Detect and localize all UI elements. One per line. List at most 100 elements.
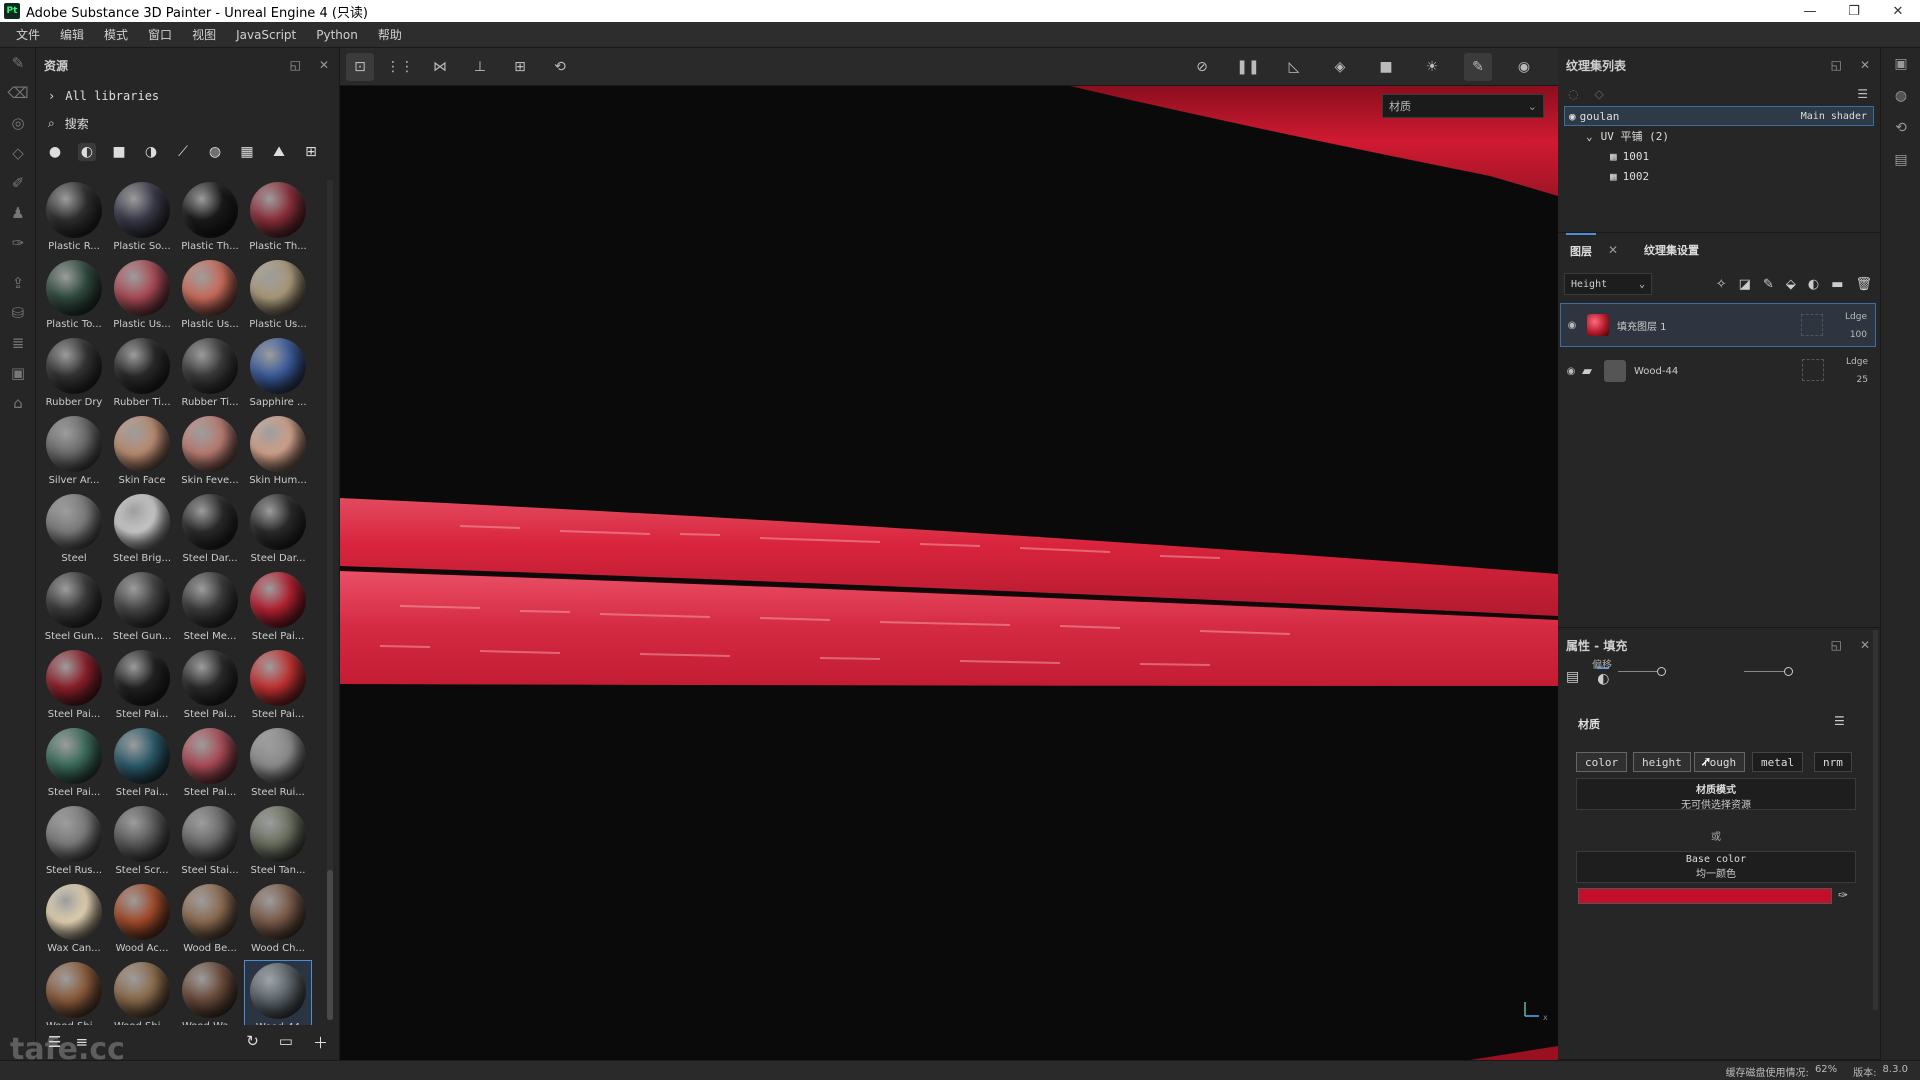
minimize-icon[interactable]: — — [1788, 0, 1832, 22]
asset-tile[interactable]: Plastic Th... — [176, 180, 244, 258]
projection-icon[interactable]: ◎ — [0, 108, 36, 138]
asset-tile[interactable]: Steel Rus... — [40, 804, 108, 882]
pause-icon[interactable]: ❚❚ — [1234, 53, 1262, 81]
asset-tile[interactable]: Rubber Ti... — [176, 336, 244, 414]
filter-materials-icon[interactable]: ● — [46, 143, 64, 161]
mirror-vertical-icon[interactable]: ⊥ — [466, 53, 494, 81]
menu-window[interactable]: 窗口 — [138, 26, 182, 43]
rotate-light-icon[interactable]: ☀ — [1418, 53, 1446, 81]
asset-tile[interactable]: Plastic To... — [40, 258, 108, 336]
menu-python[interactable]: Python — [306, 28, 368, 42]
layer-row[interactable]: ◉ 填充图层 1 Ldge 100 — [1560, 303, 1876, 347]
map-toggle-height[interactable]: height — [1633, 752, 1691, 772]
log-icon[interactable]: ▤ — [1881, 144, 1920, 176]
asset-tile[interactable]: Plastic R... — [40, 180, 108, 258]
asset-scrollbar[interactable] — [327, 180, 333, 1020]
shelf-icon[interactable]: ⌂ — [0, 388, 36, 418]
asset-tile[interactable]: Wood-44 — [244, 960, 312, 1025]
close-panel-icon[interactable]: ✕ — [1860, 638, 1870, 652]
display-icon[interactable]: ◍ — [1881, 80, 1920, 112]
eye-icon[interactable]: ◉ — [1560, 366, 1582, 377]
asset-tile[interactable]: Wax Can... — [40, 882, 108, 960]
uv-tile-item[interactable]: ▦ 1002 — [1558, 166, 1880, 186]
presets-menu-icon[interactable]: ☰ — [1834, 714, 1845, 728]
filter-grunges-icon[interactable]: ▦ — [238, 143, 256, 161]
color-picker-icon[interactable]: ✑ — [0, 228, 36, 258]
add-icon[interactable]: ＋ — [313, 1032, 328, 1053]
brush-mode-icon[interactable]: ✎ — [1464, 53, 1492, 81]
symmetry-icon[interactable]: ⋈ — [426, 53, 454, 81]
library-breadcrumb[interactable]: All libraries — [65, 89, 159, 103]
uv-tile-group[interactable]: ⌄ UV 平铺 (2) — [1558, 126, 1880, 146]
asset-tile[interactable]: Wood Shi... — [40, 960, 108, 1025]
layer-mask-slot[interactable] — [1801, 314, 1823, 336]
asset-tile[interactable]: Plastic Us... — [244, 258, 312, 336]
asset-tile[interactable]: Steel Pai... — [176, 726, 244, 804]
paint-brush-icon[interactable]: ✎ — [0, 48, 36, 78]
close-icon[interactable]: ✕ — [1876, 0, 1920, 22]
texture-set-row[interactable]: ◉ goulan Main shader — [1564, 106, 1874, 126]
add-fill-layer-icon[interactable]: ⬙ — [1786, 277, 1796, 292]
eraser-icon[interactable]: ⌫ — [0, 78, 36, 108]
asset-tile[interactable]: Steel Gun... — [40, 570, 108, 648]
asset-tile[interactable]: Steel Tan... — [244, 804, 312, 882]
tab-layers[interactable]: 图层 — [1566, 233, 1596, 267]
link-icon[interactable]: ◇ — [1594, 87, 1603, 101]
filter-smart-masks-icon[interactable]: ◑ — [142, 143, 160, 161]
asset-tile[interactable]: Wood Be... — [176, 882, 244, 960]
asset-tile[interactable]: Steel Me... — [176, 570, 244, 648]
blend-mode[interactable]: Ldge — [1828, 353, 1868, 371]
menu-mode[interactable]: 模式 — [94, 26, 138, 43]
tab-texture-set-settings[interactable]: 纹理集设置 — [1640, 234, 1703, 266]
layer-row[interactable]: ◉ ▰ Wood-44 Ldge 25 — [1560, 349, 1876, 393]
asset-tile[interactable]: Plastic So... — [108, 180, 176, 258]
menu-view[interactable]: 视图 — [182, 26, 226, 43]
offset-slider-handle-v[interactable] — [1784, 667, 1793, 676]
search-input[interactable]: 搜索 — [65, 115, 89, 132]
frame-icon[interactable]: ⊡ — [346, 52, 374, 81]
float-panel-icon[interactable]: ◱ — [1831, 58, 1842, 72]
menu-file[interactable]: 文件 — [6, 26, 50, 43]
channel-select[interactable]: Height ⌄ — [1564, 273, 1652, 295]
eye-icon[interactable]: ◉ — [1561, 320, 1583, 331]
add-effect-icon[interactable]: ✧ — [1716, 277, 1727, 292]
smudge-icon[interactable]: ✐ — [0, 168, 36, 198]
delete-icon[interactable]: 🗑 — [1855, 277, 1872, 292]
add-smart-material-icon[interactable]: ◐ — [1808, 277, 1819, 292]
screenshot-icon[interactable]: ◉ — [1510, 53, 1538, 81]
asset-tile[interactable]: Steel Scr... — [108, 804, 176, 882]
map-toggle-color[interactable]: color — [1576, 752, 1628, 772]
add-mask-icon[interactable]: ◪ — [1739, 277, 1751, 292]
filter-smart-materials-icon[interactable]: ◐ — [78, 143, 96, 161]
asset-tile[interactable]: Skin Feve... — [176, 414, 244, 492]
asset-tile[interactable]: Steel Stai... — [176, 804, 244, 882]
asset-tile[interactable]: Steel — [40, 492, 108, 570]
filter-textures-icon[interactable]: ■ — [110, 143, 128, 161]
asset-tile[interactable]: Wood Shi... — [108, 960, 176, 1025]
asset-tile[interactable]: Wood Wa... — [176, 960, 244, 1025]
eyedropper-icon[interactable]: ✑ — [1838, 888, 1848, 902]
asset-tile[interactable]: Steel Pai... — [176, 648, 244, 726]
close-panel-icon[interactable]: ✕ — [1860, 58, 1870, 72]
grid-snap-icon[interactable]: ⋮⋮ — [386, 53, 414, 81]
map-toggle-nrm[interactable]: nrm — [1814, 752, 1852, 772]
layer-opacity[interactable]: 100 — [1827, 326, 1867, 344]
asset-tile[interactable]: Steel Rui... — [244, 726, 312, 804]
asset-tile[interactable]: Wood Ac... — [108, 882, 176, 960]
viewport-mode-select[interactable]: 材质 ⌄ — [1382, 94, 1544, 118]
asset-tile[interactable]: Sapphire ... — [244, 336, 312, 414]
menu-javascript[interactable]: JavaScript — [226, 28, 306, 42]
asset-tile[interactable]: Rubber Ti... — [108, 336, 176, 414]
filter-brushes-icon[interactable]: ⟋ — [174, 143, 192, 161]
offset-slider-handle-u[interactable] — [1657, 667, 1666, 676]
restore-icon[interactable]: ❐ — [1832, 0, 1876, 22]
base-color-swatch[interactable] — [1578, 888, 1832, 904]
asset-tile[interactable]: Steel Gun... — [108, 570, 176, 648]
layer-mask-slot[interactable] — [1802, 359, 1824, 381]
asset-tile[interactable]: Plastic Th... — [244, 180, 312, 258]
visibility-icon[interactable]: ◌ — [1568, 87, 1578, 101]
menu-icon[interactable]: ☰ — [1857, 87, 1868, 101]
asset-tile[interactable]: Wood Ch... — [244, 882, 312, 960]
blend-mode[interactable]: Ldge — [1827, 308, 1867, 326]
properties-scrollbar[interactable] — [1873, 630, 1878, 1010]
